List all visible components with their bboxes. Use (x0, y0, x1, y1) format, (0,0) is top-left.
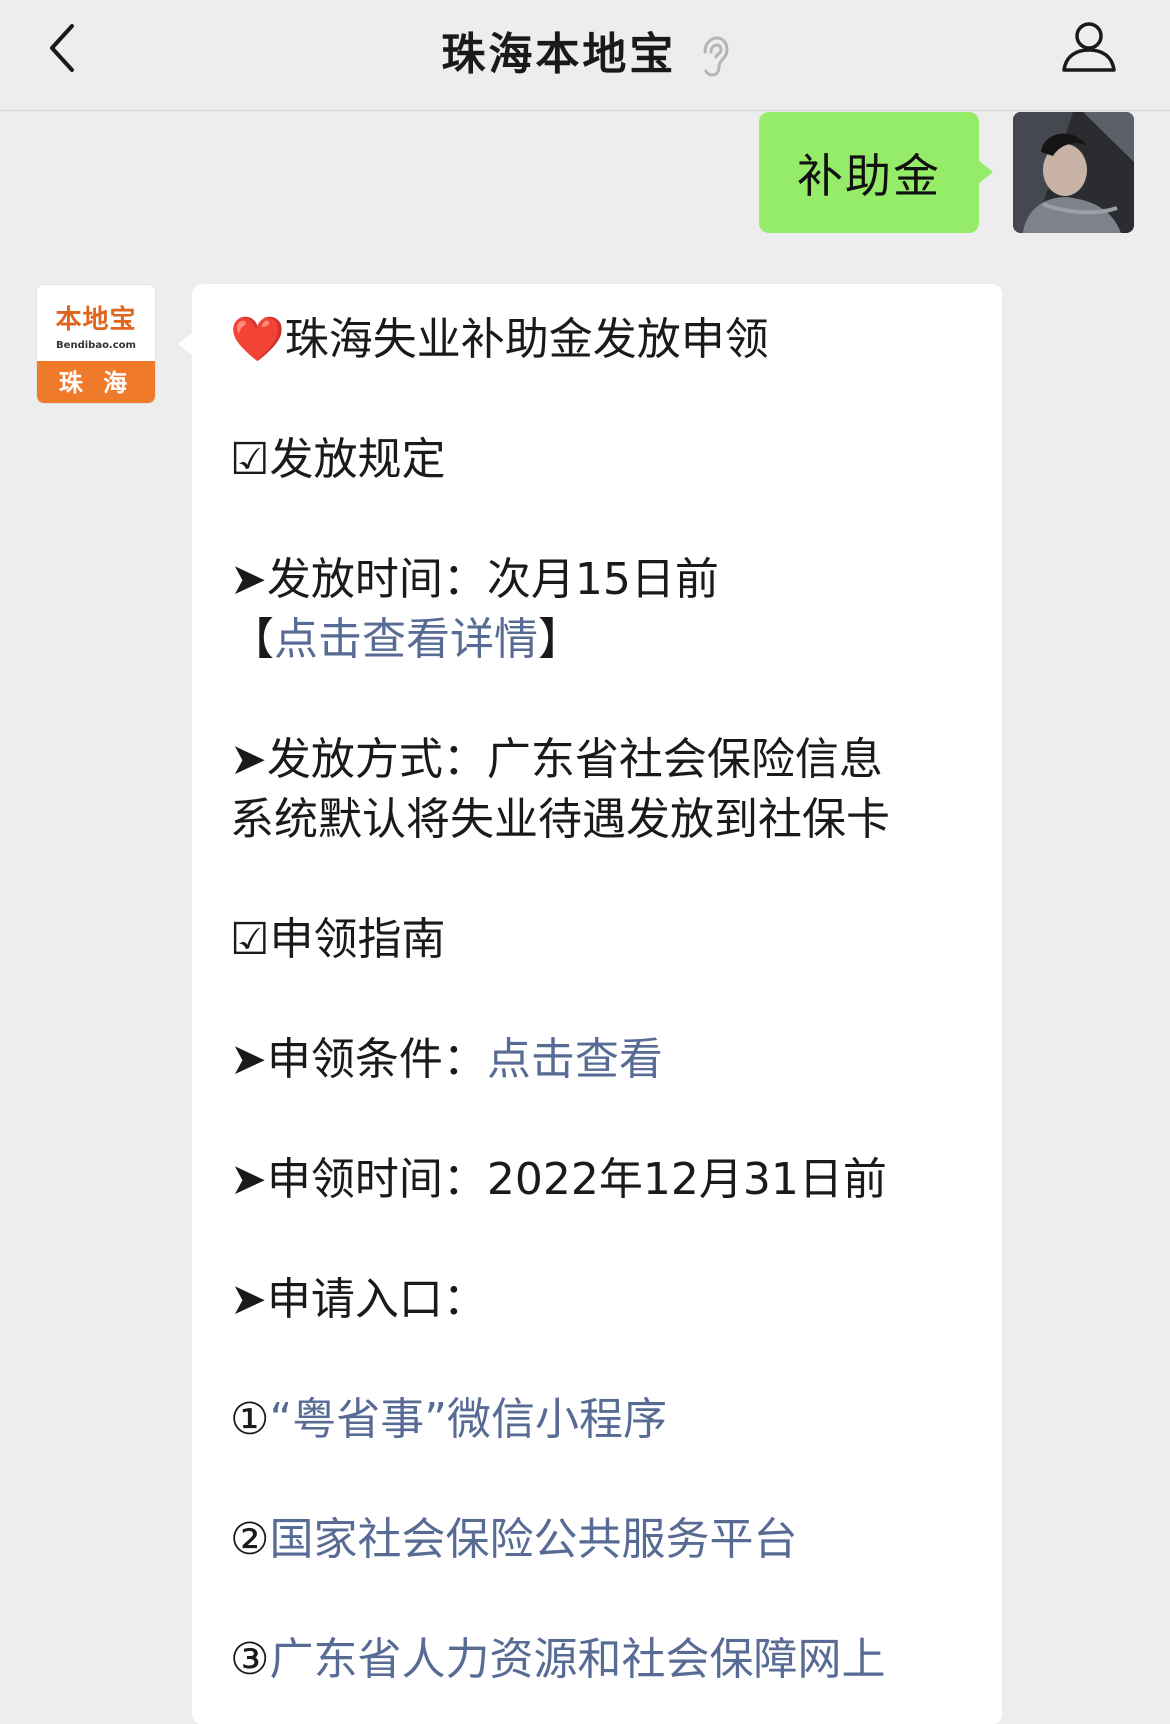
view-details-link[interactable]: 点击查看详情 (274, 614, 538, 665)
entry-item-2: ②国家社会保险公共服务平台 (230, 1510, 972, 1570)
bot-message-bubble: ❤️珠海失业补助金发放申领 ☑发放规定 ➤发放时间：次月15日前 【点击查看详情… (178, 284, 1002, 1724)
conditions-label: ➤申领条件： (230, 1034, 487, 1085)
user-avatar[interactable] (1013, 112, 1134, 233)
entry-1-link[interactable]: “粤省事”微信小程序 (269, 1394, 667, 1445)
conditions-line: ➤申领条件：点击查看 (230, 1030, 972, 1090)
apply-deadline-line: ➤申领时间：2022年12月31日前 (230, 1154, 887, 1205)
entry-2-number: ② (230, 1514, 270, 1565)
entry-2-link[interactable]: 国家社会保险公共服务平台 (269, 1514, 797, 1565)
chat-title-text: 珠海本地宝 (441, 29, 677, 80)
section-heading-guide: ☑申领指南 (230, 914, 446, 965)
heart-icon: ❤️ (230, 314, 285, 365)
entry-1-number: ① (230, 1394, 270, 1445)
entry-3-number: ③ (230, 1634, 270, 1685)
logo-brand-text: 本地宝 (55, 305, 137, 335)
message-title: ❤️珠海失业补助金发放申领 (230, 310, 972, 370)
logo-domain-text: Bendibao.com (56, 340, 136, 351)
conditions-link[interactable]: 点击查看 (487, 1034, 663, 1085)
logo-city-text: 珠 海 (37, 361, 155, 403)
ear-icon (703, 36, 729, 77)
release-time-details-line: 【点击查看详情】 (230, 610, 972, 670)
chat-title: 珠海本地宝 (0, 18, 1170, 82)
official-account-avatar[interactable]: 本地宝 Bendibao.com 珠 海 (36, 284, 156, 404)
bracket-open: 【 (230, 614, 274, 665)
bracket-close: 】 (538, 614, 582, 665)
release-time-line: ➤发放时间：次月15日前 (230, 554, 719, 605)
section-heading-rules: ☑发放规定 (230, 434, 446, 485)
entry-heading: ➤申请入口： (230, 1274, 487, 1325)
release-method-line-1: ➤发放方式：广东省社会保险信息 (230, 734, 883, 785)
entry-3-link[interactable]: 广东省人力资源和社会保障网上 (269, 1634, 885, 1685)
entry-item-1: ①“粤省事”微信小程序 (230, 1390, 972, 1450)
release-method-line-2: 系统默认将失业待遇发放到社保卡 (230, 794, 890, 845)
user-message-bubble[interactable]: 补助金 (759, 112, 993, 233)
user-avatar-image (1013, 112, 1134, 233)
nav-bar: 珠海本地宝 (0, 0, 1170, 111)
profile-icon[interactable] (1060, 16, 1118, 74)
message-title-text: 珠海失业补助金发放申领 (284, 314, 769, 365)
logo-top: 本地宝 Bendibao.com (37, 285, 155, 361)
entry-item-3: ③广东省人力资源和社会保障网上 (230, 1630, 972, 1690)
user-message-text: 补助金 (797, 148, 941, 203)
